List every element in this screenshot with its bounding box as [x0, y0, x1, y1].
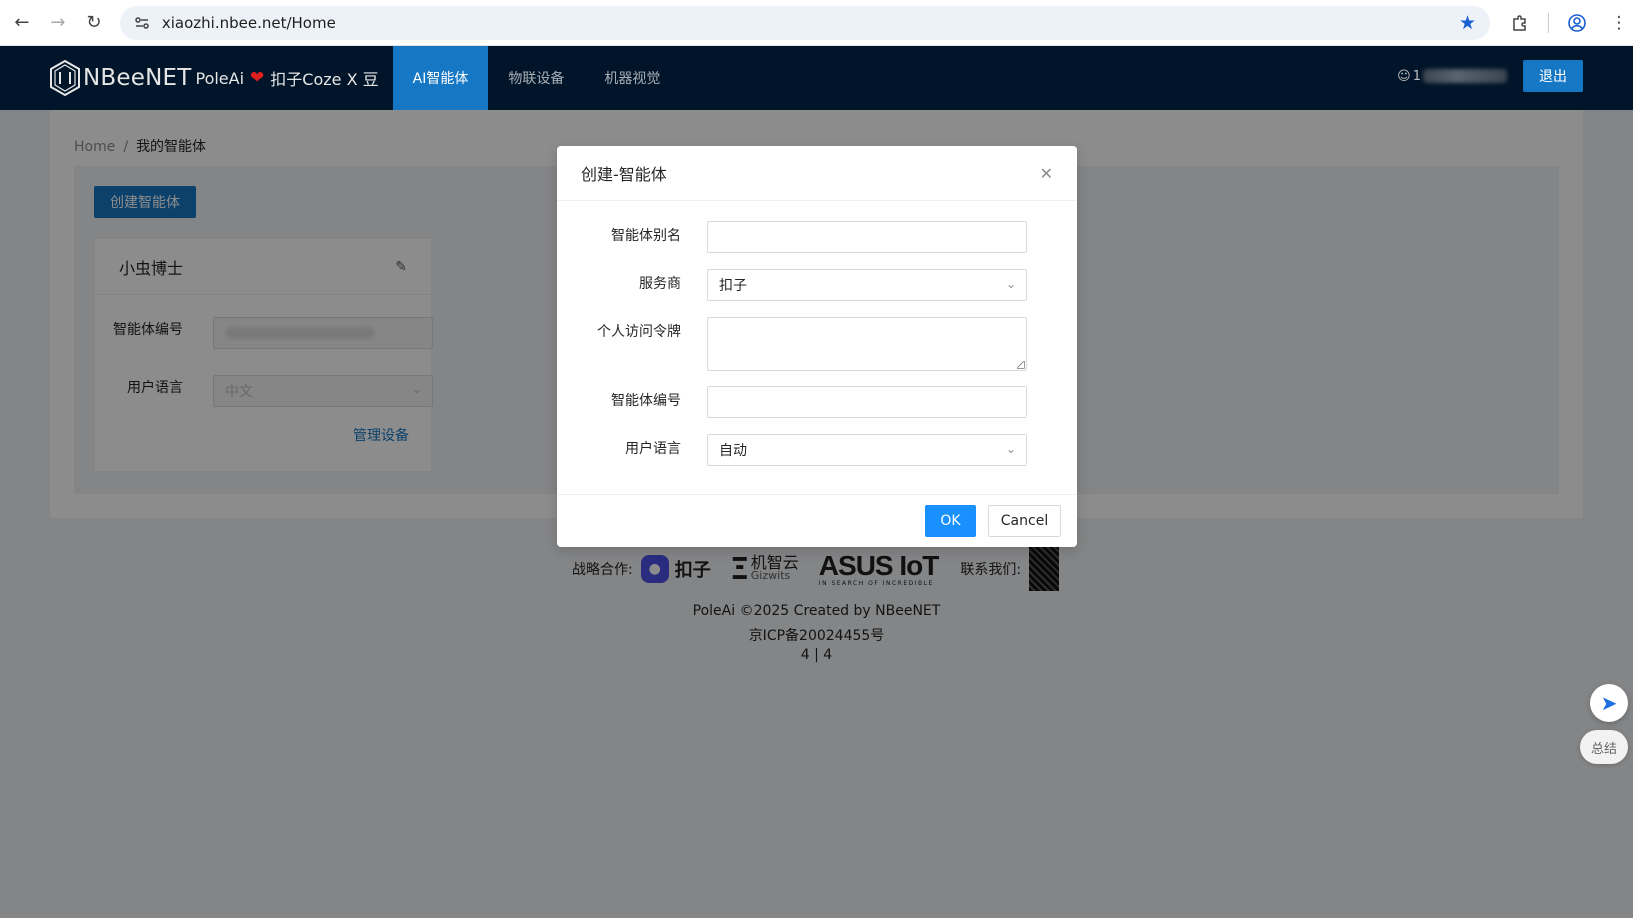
address-bar[interactable]: xiaozhi.nbee.net/Home ★	[119, 5, 1490, 40]
app-header: NBeeNET PoleAi ❤ 扣子Coze X 豆 AI智能体 物联设备 机…	[0, 46, 1633, 110]
site-settings-icon[interactable]	[130, 11, 154, 35]
menu-item-ai-agent[interactable]: AI智能体	[392, 46, 489, 110]
chevron-down-icon: ⌄	[1005, 442, 1016, 456]
user-area: ☺ 1 退出	[1397, 60, 1583, 92]
toolbar-divider	[1548, 12, 1549, 33]
alias-input[interactable]	[707, 221, 1027, 253]
user-lang-select[interactable]: 自动 ⌄	[707, 434, 1027, 466]
token-label: 个人访问令牌	[597, 324, 681, 340]
create-agent-modal: 创建-智能体 ✕ 智能体别名 服务商 扣子 ⌄ 个人访问令牌 智能体编号 用户语…	[557, 146, 1077, 547]
brand-partner: 扣子Coze X 豆	[270, 70, 379, 89]
heart-icon: ❤	[250, 68, 265, 88]
provider-select[interactable]: 扣子 ⌄	[707, 269, 1027, 301]
main-menu: AI智能体 物联设备 机器视觉	[392, 46, 681, 110]
hexagon-logo-icon	[50, 59, 80, 97]
provider-label: 服务商	[639, 276, 681, 292]
url-text[interactable]: xiaozhi.nbee.net/Home	[162, 14, 336, 32]
profile-icon[interactable]	[1563, 9, 1591, 37]
user-name-redacted	[1423, 69, 1507, 83]
extensions-icon[interactable]	[1506, 9, 1534, 37]
close-icon[interactable]: ✕	[1040, 164, 1053, 183]
user-lang-value: 自动	[719, 443, 747, 459]
token-textarea[interactable]	[707, 317, 1027, 371]
bookmark-star-icon[interactable]: ★	[1459, 12, 1476, 34]
more-menu-icon[interactable]: ⋮	[1605, 9, 1633, 37]
user-lang-label: 用户语言	[625, 441, 681, 457]
logo[interactable]: NBeeNET PoleAi ❤ 扣子Coze X 豆	[48, 46, 379, 110]
forward-icon[interactable]: →	[40, 5, 76, 41]
summary-button[interactable]: 总结	[1580, 730, 1628, 764]
agent-id-input[interactable]	[707, 386, 1027, 418]
menu-item-machine-vision[interactable]: 机器视觉	[584, 46, 680, 110]
logout-button[interactable]: 退出	[1523, 60, 1583, 92]
back-icon[interactable]: ←	[4, 5, 40, 41]
provider-value: 扣子	[719, 278, 747, 294]
reload-icon[interactable]: ↻	[76, 5, 112, 41]
brand-sub: PoleAi	[195, 68, 245, 88]
menu-item-iot-devices[interactable]: 物联设备	[488, 46, 584, 110]
browser-toolbar: ← → ↻ xiaozhi.nbee.net/Home ★ ⋮	[0, 0, 1633, 46]
assistant-whale-icon[interactable]: ➤	[1590, 684, 1628, 722]
alias-label: 智能体别名	[611, 228, 681, 244]
agent-id-input-label: 智能体编号	[611, 393, 681, 409]
chevron-down-icon: ⌄	[1005, 277, 1016, 291]
user-name-prefix: 1	[1412, 68, 1421, 84]
resize-handle-icon[interactable]	[1017, 361, 1025, 369]
modal-title: 创建-智能体	[581, 165, 667, 184]
brand-name: NBeeNET	[83, 65, 192, 91]
cancel-button[interactable]: Cancel	[988, 505, 1061, 537]
modal-footer: OK Cancel	[557, 494, 1077, 547]
ok-button[interactable]: OK	[925, 505, 976, 537]
user-icon: ☺	[1397, 68, 1411, 84]
